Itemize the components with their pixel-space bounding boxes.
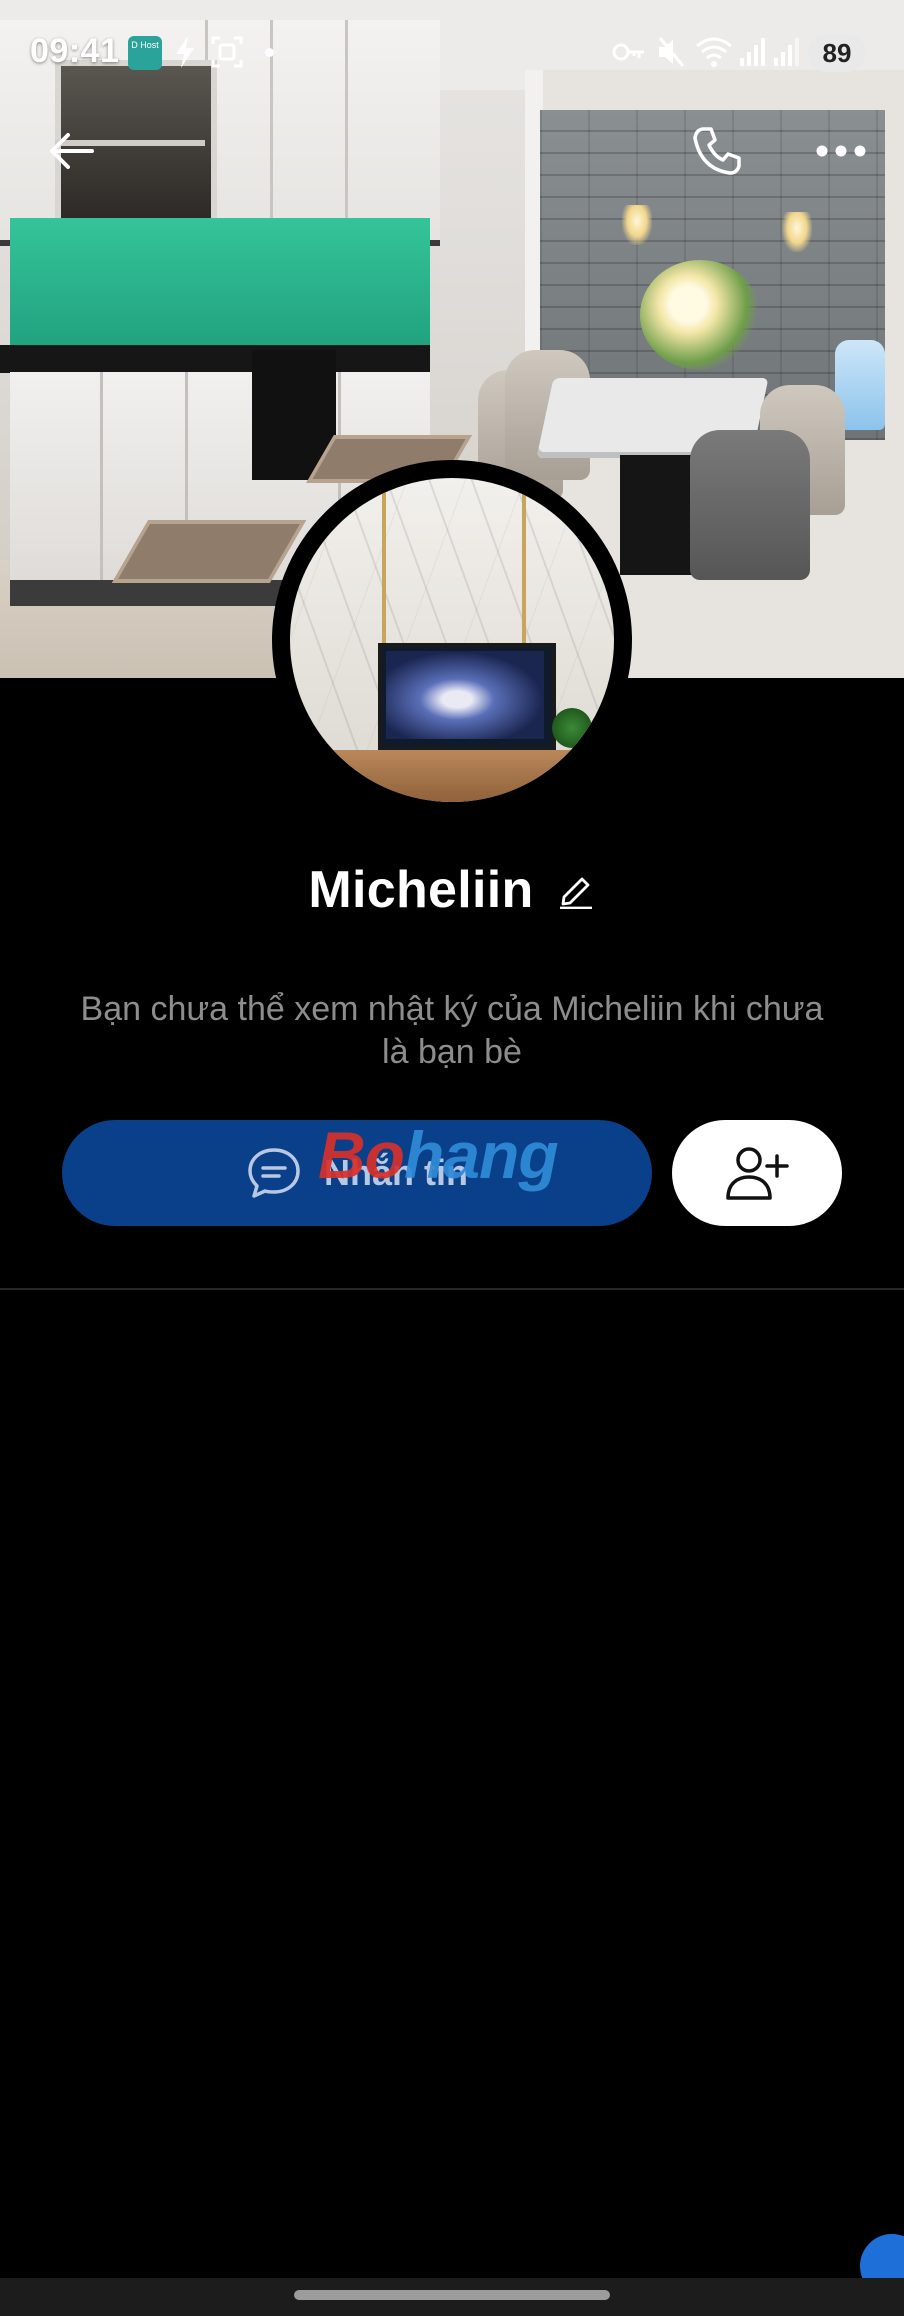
arrow-left-icon (50, 133, 94, 169)
cover-wall-lamp (622, 205, 652, 245)
cover-backsplash (10, 218, 430, 358)
flash-icon (176, 36, 194, 68)
message-button-label: Nhắn tin (324, 1152, 468, 1193)
profile-name-row: Micheliin (0, 855, 904, 925)
cover-wall-lamp (782, 212, 812, 252)
cover-flower-vase (640, 260, 760, 370)
mute-icon (658, 37, 685, 67)
status-time: 09:41 (30, 32, 120, 70)
phone-icon (693, 127, 741, 175)
profile-avatar[interactable] (272, 460, 632, 820)
key-icon (612, 43, 644, 61)
avatar-tv (378, 643, 556, 751)
avatar-tv-screen (386, 651, 544, 739)
message-button[interactable]: Nhắn tin (62, 1120, 652, 1226)
call-button[interactable] (684, 118, 750, 184)
notification-dot-icon (265, 48, 274, 57)
chat-bubble-icon (248, 1148, 300, 1198)
user-plus-icon (726, 1147, 789, 1200)
back-button[interactable] (38, 118, 104, 184)
edit-name-button[interactable] (556, 870, 596, 910)
wifi-icon (696, 37, 732, 67)
status-bar: 09:41 D Host 89 (0, 0, 904, 104)
signal-icon (774, 38, 799, 66)
cover-cabinet-divider (100, 372, 103, 582)
cover-chair (690, 430, 810, 580)
profile-name: Micheliin (308, 861, 534, 919)
privacy-notice: Bạn chưa thể xem nhật ký của Micheliin k… (80, 990, 824, 1071)
section-divider (0, 1288, 904, 1290)
cover-table-base (620, 455, 700, 575)
host-app-icon: D Host (128, 36, 162, 70)
more-options-button[interactable] (808, 118, 874, 184)
pencil-icon (559, 877, 592, 909)
home-indicator[interactable] (294, 2290, 610, 2300)
avatar-plant (552, 708, 592, 748)
avatar-tv-cabinet (290, 750, 614, 802)
add-friend-button[interactable] (672, 1120, 842, 1226)
screenshot-icon (211, 36, 243, 68)
cover-countertop (0, 345, 430, 373)
more-horizontal-icon (816, 145, 866, 157)
avatar-photo (290, 478, 614, 802)
battery-indicator: 89 (808, 34, 866, 72)
signal-icon (740, 38, 765, 66)
